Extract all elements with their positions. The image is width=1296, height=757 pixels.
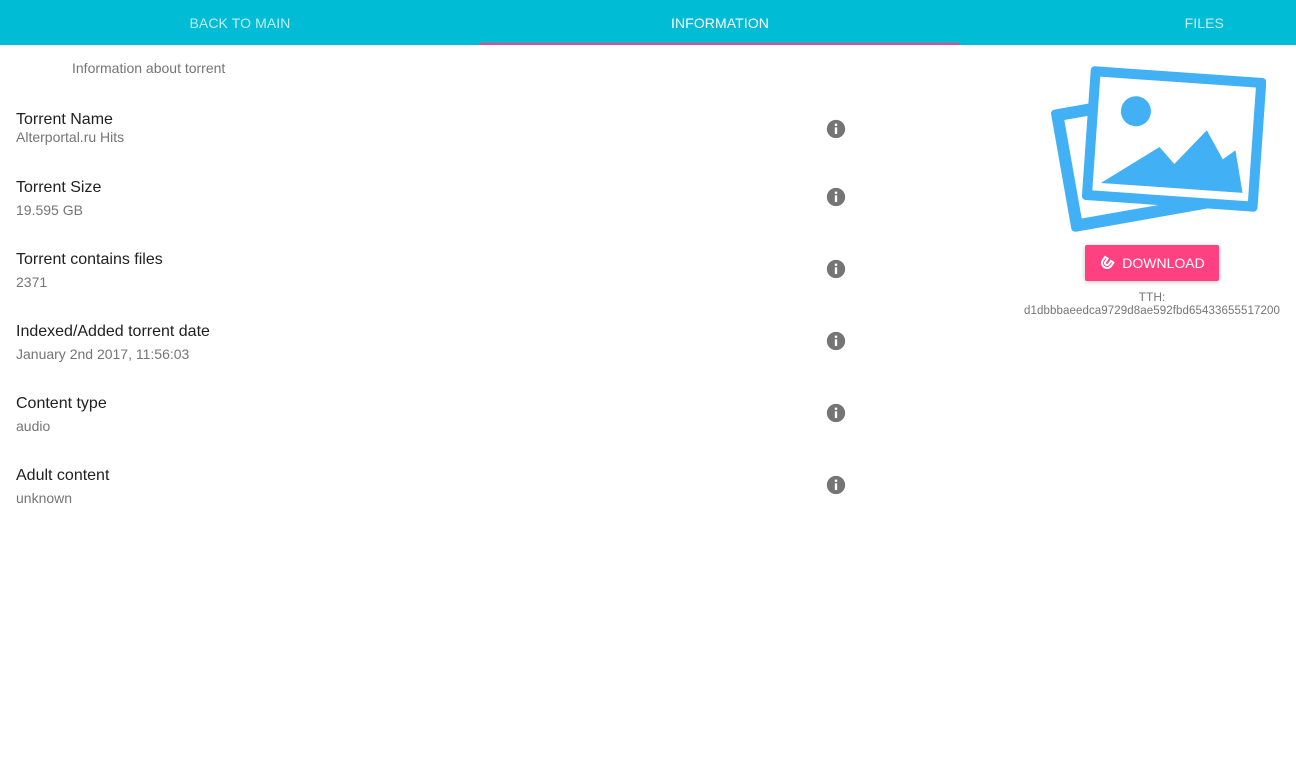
info-icon[interactable]	[826, 475, 846, 495]
info-icon[interactable]	[826, 259, 846, 279]
field-label: Indexed/Added torrent date	[16, 323, 210, 340]
field-value: 19.595 GB	[16, 202, 83, 218]
tab-back-to-main-label: BACK TO MAIN	[189, 14, 291, 31]
field-value: 2371	[16, 274, 48, 290]
tth-hash: d1dbbbaeedca9729d8ae592fbd65433655517200	[1024, 305, 1280, 317]
field-label: Torrent Size	[16, 179, 102, 196]
tab-active-indicator	[480, 43, 960, 45]
download-button[interactable]: DOWNLOAD	[1085, 245, 1219, 281]
field-label: Torrent contains files	[16, 251, 163, 268]
info-icon[interactable]	[826, 187, 846, 207]
field-content-type: Content type audio	[0, 395, 870, 455]
info-icon[interactable]	[826, 119, 846, 139]
field-label: Content type	[16, 395, 107, 412]
tab-files[interactable]: FILES	[960, 0, 1296, 45]
info-icon[interactable]	[826, 331, 846, 351]
field-value: Alterportal.ru Hits	[16, 129, 125, 145]
field-torrent-size: Torrent Size 19.595 GB	[0, 179, 870, 239]
list-subheader: Information about torrent	[72, 60, 226, 76]
tab-bar: BACK TO MAIN INFORMATION FILES	[0, 0, 1296, 45]
tab-information[interactable]: INFORMATION	[480, 0, 960, 45]
field-value: January 2nd 2017, 11:56:03	[16, 346, 190, 362]
tth-info: TTH: d1dbbbaeedca9729d8ae592fbd654336555…	[1008, 290, 1296, 318]
field-label: Torrent Name	[16, 111, 113, 128]
field-value: unknown	[16, 490, 73, 506]
image-placeholder-icon	[1051, 66, 1266, 232]
tab-information-label: INFORMATION	[670, 14, 770, 31]
tab-files-label: FILES	[1184, 14, 1224, 31]
field-adult-content: Adult content unknown	[0, 467, 870, 527]
field-torrent-name: Torrent Name Alterportal.ru Hits	[0, 111, 870, 171]
info-icon[interactable]	[826, 403, 846, 423]
field-value: audio	[16, 418, 51, 434]
tab-back-to-main[interactable]: BACK TO MAIN	[0, 0, 480, 45]
field-file-count: Torrent contains files 2371	[0, 251, 870, 311]
download-button-label: DOWNLOAD	[1122, 255, 1205, 271]
tth-label: TTH:	[1138, 290, 1166, 304]
field-added-date: Indexed/Added torrent date January 2nd 2…	[0, 323, 870, 383]
field-label: Adult content	[16, 467, 110, 484]
magnet-icon	[1101, 255, 1116, 269]
